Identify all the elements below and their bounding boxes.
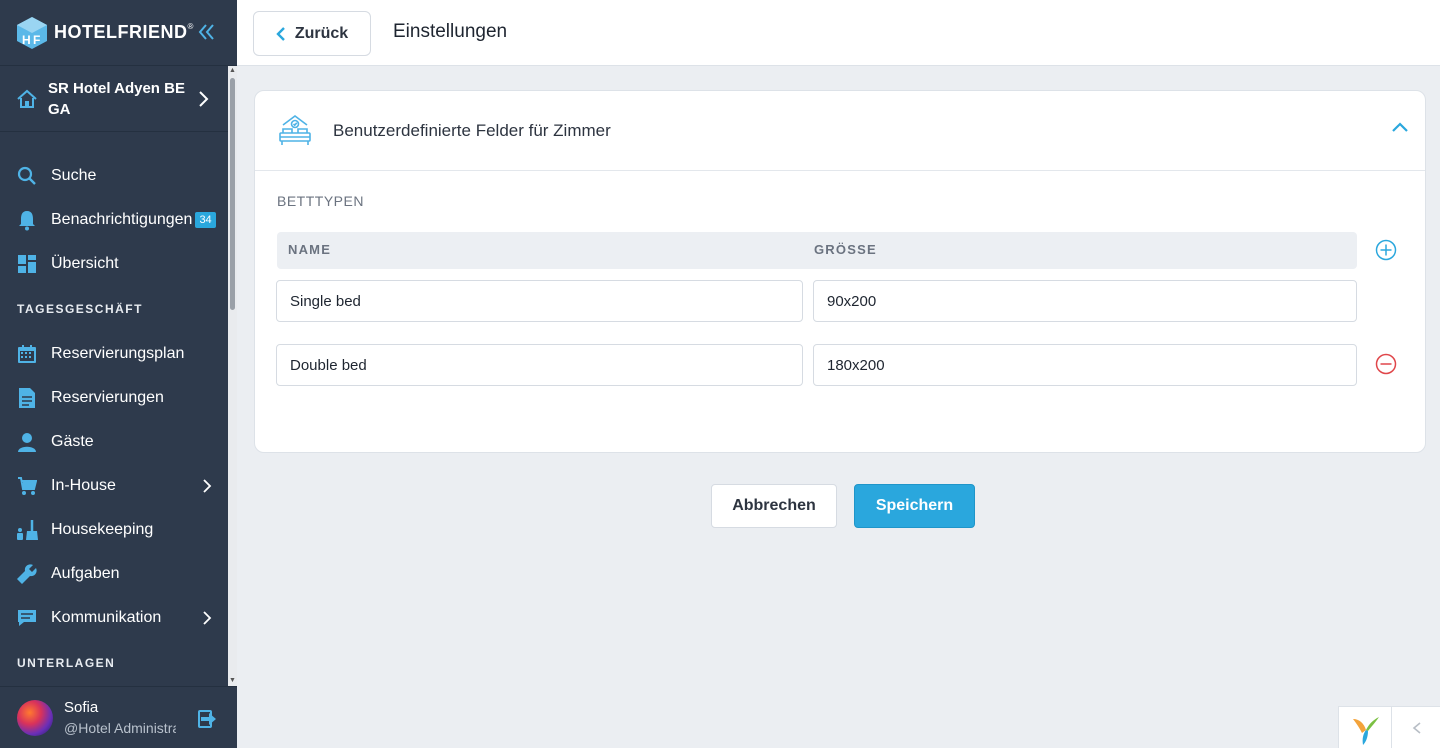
user-icon — [16, 431, 38, 453]
remove-row-minus-icon[interactable] — [1375, 353, 1397, 375]
card-header[interactable]: Benutzerdefinierte Felder für Zimmer — [255, 91, 1425, 171]
chevron-right-icon — [203, 611, 212, 625]
nav-item-search[interactable]: Suche — [0, 154, 228, 198]
chevron-left-icon[interactable] — [1411, 721, 1423, 735]
hotelfriend-logo-icon: H F — [17, 16, 47, 49]
nav-label: Kommunikation — [51, 609, 162, 626]
nav-item-communication[interactable]: Kommunikation — [0, 596, 228, 640]
avatar[interactable] — [17, 699, 53, 736]
cart-icon — [16, 475, 38, 497]
nav-item-notifications[interactable]: Benachrichtigungen 34 — [0, 198, 228, 242]
chevron-right-icon — [199, 91, 209, 107]
chevron-up-icon[interactable] — [1391, 119, 1409, 137]
nav-item-reservations[interactable]: Reservierungen — [0, 376, 228, 420]
table-header: NAME GRÖSSE — [277, 232, 1357, 269]
nav-label: Gäste — [51, 433, 94, 450]
custom-room-fields-card: Benutzerdefinierte Felder für Zimmer BET… — [254, 90, 1426, 453]
sidebar-scroll-thumb[interactable] — [230, 78, 235, 310]
calendar-icon — [16, 343, 38, 365]
back-button[interactable]: Zurück — [253, 11, 371, 56]
nav-label: Reservierungsplan — [51, 345, 185, 362]
document-icon — [16, 387, 38, 409]
back-button-label: Zurück — [294, 24, 349, 42]
nav-item-inhouse[interactable]: In-House — [0, 464, 228, 508]
column-header-name: NAME — [288, 242, 332, 257]
chat-icon — [16, 607, 38, 629]
section-label-bed-types: BETTTYPEN — [277, 193, 364, 209]
search-icon — [16, 165, 38, 187]
logout-icon[interactable] — [197, 709, 217, 729]
hotel-name: SR Hotel Adyen BE GA — [48, 79, 185, 118]
svg-text:H: H — [22, 33, 31, 47]
nav-label: Housekeeping — [51, 521, 154, 538]
nav-item-reservation-plan[interactable]: Reservierungsplan — [0, 332, 228, 376]
nav-label: In-House — [51, 477, 116, 494]
wrench-icon — [16, 563, 38, 585]
bed-icon — [279, 114, 311, 145]
debug-toolbar-widget — [1338, 706, 1440, 748]
home-icon — [17, 89, 37, 108]
nav-label: Benachrichtigungen — [51, 211, 193, 228]
user-role: @Hotel Administrator — [64, 720, 176, 736]
double-chevron-left-icon[interactable] — [197, 22, 217, 42]
svg-text:F: F — [33, 33, 40, 47]
yii-logo-icon[interactable] — [1349, 713, 1383, 747]
add-row-plus-icon[interactable] — [1375, 239, 1397, 261]
nav-label: Übersicht — [51, 255, 119, 272]
bed-size-input[interactable] — [813, 280, 1357, 322]
user-name: Sofia — [64, 699, 99, 716]
nav-item-housekeeping[interactable]: Housekeeping — [0, 508, 228, 552]
nav-section-documents: UNTERLAGEN — [17, 656, 116, 670]
cancel-button[interactable]: Abbrechen — [711, 484, 837, 528]
bed-name-input[interactable] — [276, 344, 803, 386]
chevron-left-icon — [276, 26, 285, 41]
topbar: Zurück Einstellungen — [237, 0, 1440, 66]
nav-item-tasks[interactable]: Aufgaben — [0, 552, 228, 596]
nav-item-guests[interactable]: Gäste — [0, 420, 228, 464]
bed-name-input[interactable] — [276, 280, 803, 322]
widget-divider — [1391, 707, 1392, 748]
notification-count-badge: 34 — [195, 212, 216, 228]
nav-label: Reservierungen — [51, 389, 164, 406]
bell-icon — [16, 209, 38, 231]
user-panel: Sofia @Hotel Administrator — [0, 686, 237, 748]
page-title: Einstellungen — [393, 21, 508, 42]
main-nav: Suche Benachrichtigungen 34 Übersicht TA… — [0, 154, 228, 686]
nav-section-daily: TAGESGESCHÄFT — [17, 302, 143, 316]
dashboard-icon — [16, 253, 38, 275]
column-header-size: GRÖSSE — [814, 242, 877, 257]
nav-item-overview[interactable]: Übersicht — [0, 242, 228, 286]
brand-name: HOTELFRIEND® — [54, 22, 194, 42]
sidebar: H F HOTELFRIEND® SR Hotel Adyen BE GA Su… — [0, 0, 237, 748]
nav-label: Suche — [51, 167, 97, 184]
scroll-up-arrow-icon[interactable]: ▲ — [229, 67, 236, 74]
hotel-switcher[interactable]: SR Hotel Adyen BE GA — [0, 66, 237, 132]
save-button[interactable]: Speichern — [854, 484, 975, 528]
scroll-down-arrow-icon[interactable]: ▼ — [229, 677, 236, 684]
chevron-right-icon — [203, 479, 212, 493]
nav-label: Aufgaben — [51, 565, 120, 582]
broom-icon — [16, 519, 38, 541]
card-title: Benutzerdefinierte Felder für Zimmer — [333, 120, 611, 140]
bed-size-input[interactable] — [813, 344, 1357, 386]
brand-header: H F HOTELFRIEND® — [0, 0, 237, 66]
